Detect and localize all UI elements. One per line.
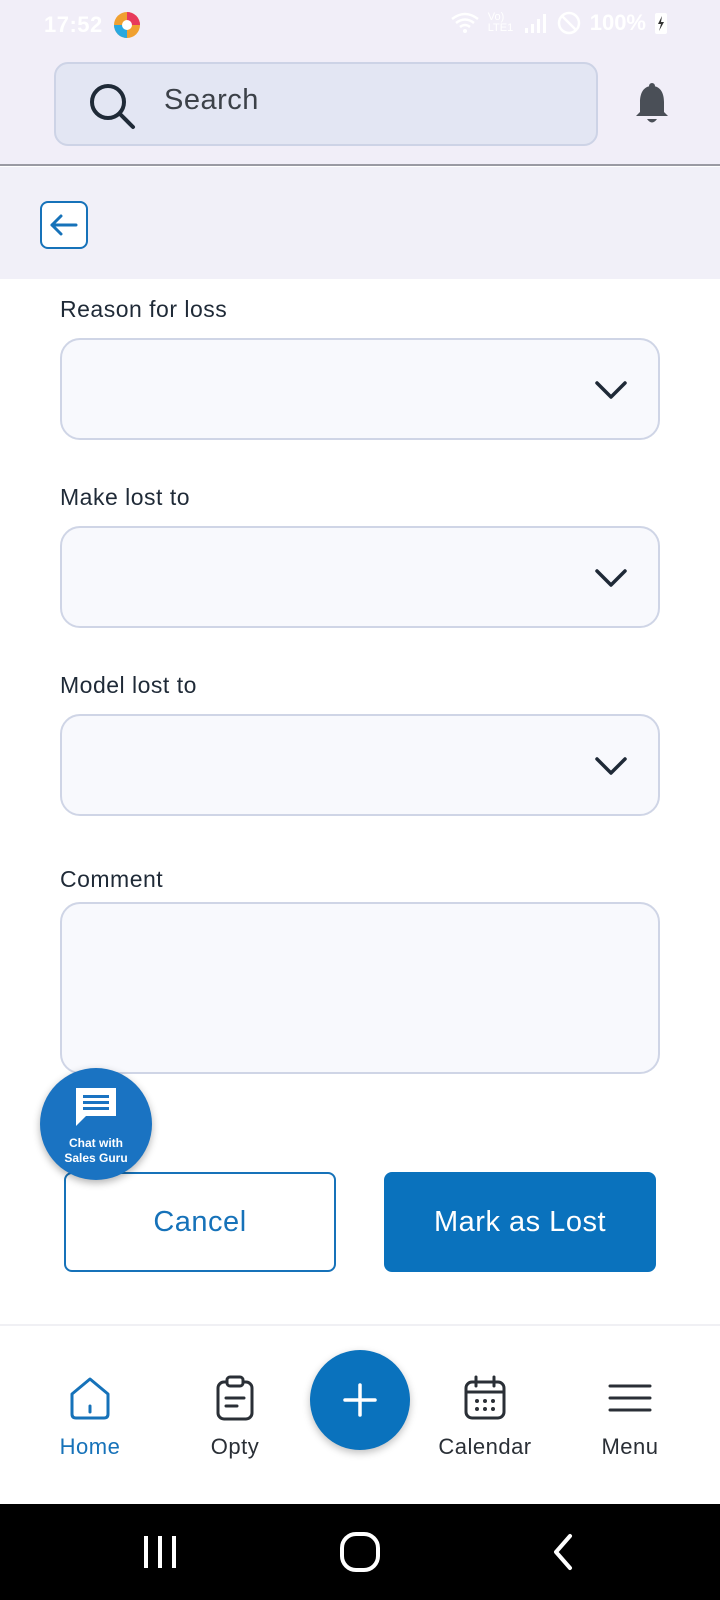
chevron-down-icon — [595, 569, 627, 587]
hamburger-icon — [608, 1384, 652, 1412]
sub-header — [0, 167, 720, 279]
search-input[interactable]: Search — [54, 62, 598, 146]
network-type: Vo) LTE1 — [487, 11, 514, 34]
do-not-disturb-icon — [557, 11, 580, 35]
reason-select[interactable] — [60, 338, 660, 440]
status-indicators: Vo) LTE1 100% — [450, 10, 668, 36]
battery-percent: 100% — [589, 10, 646, 35]
nav-label-home: Home — [59, 1434, 121, 1459]
chevron-down-icon — [595, 381, 627, 399]
battery-charging-icon — [655, 13, 667, 34]
clipboard-icon — [216, 1375, 254, 1421]
nav-item-opty[interactable]: Opty — [180, 1374, 290, 1464]
signal-icon — [524, 14, 546, 33]
status-time: 17:52 — [44, 12, 103, 37]
plus-icon — [343, 1383, 377, 1417]
wifi-icon — [450, 12, 479, 33]
add-button[interactable] — [310, 1350, 410, 1450]
nav-item-calendar[interactable]: Calendar — [430, 1374, 540, 1464]
chat-bubble-icon — [76, 1088, 116, 1126]
arrow-left-icon — [50, 214, 78, 236]
mark-as-lost-button[interactable]: Mark as Lost — [384, 1172, 656, 1272]
nav-label-calendar: Calendar — [438, 1434, 532, 1459]
back-button[interactable] — [40, 201, 88, 249]
chevron-down-icon — [595, 757, 627, 775]
back-system-icon[interactable] — [540, 1528, 588, 1576]
recent-apps-icon[interactable] — [136, 1528, 184, 1576]
app-notification-icon — [114, 12, 140, 38]
make-label: Make lost to — [60, 484, 190, 510]
bottom-navigation: Home Opty Calendar Menu — [0, 1324, 720, 1504]
calendar-icon — [464, 1375, 506, 1420]
search-placeholder: Search — [164, 84, 259, 116]
chat-with-sales-guru-button[interactable]: Chat with Sales Guru — [40, 1068, 152, 1180]
comment-textarea[interactable] — [60, 902, 660, 1074]
model-label: Model lost to — [60, 672, 197, 698]
comment-label: Comment — [60, 866, 164, 892]
reason-label: Reason for loss — [60, 296, 228, 322]
nav-item-home[interactable]: Home — [35, 1374, 145, 1464]
make-select[interactable] — [60, 526, 660, 628]
app-header: 17:52 Vo) LTE1 100% Search — [0, 0, 720, 166]
model-select[interactable] — [60, 714, 660, 816]
cancel-button[interactable]: Cancel — [64, 1172, 336, 1272]
chat-fab-label: Chat with Sales Guru — [40, 1136, 152, 1166]
status-bar: 17:52 Vo) LTE1 100% — [0, 0, 720, 50]
chat-fab-line2: Sales Guru — [64, 1151, 128, 1165]
nav-label-opty: Opty — [210, 1434, 260, 1459]
home-icon — [70, 1377, 110, 1420]
search-icon — [90, 84, 135, 129]
home-system-icon[interactable] — [336, 1528, 384, 1576]
nav-label-menu: Menu — [601, 1434, 659, 1459]
nav-item-menu[interactable]: Menu — [575, 1374, 685, 1464]
notification-bell-icon[interactable] — [632, 82, 672, 126]
chat-fab-line1: Chat with — [69, 1136, 123, 1150]
system-navigation-bar — [0, 1504, 720, 1600]
